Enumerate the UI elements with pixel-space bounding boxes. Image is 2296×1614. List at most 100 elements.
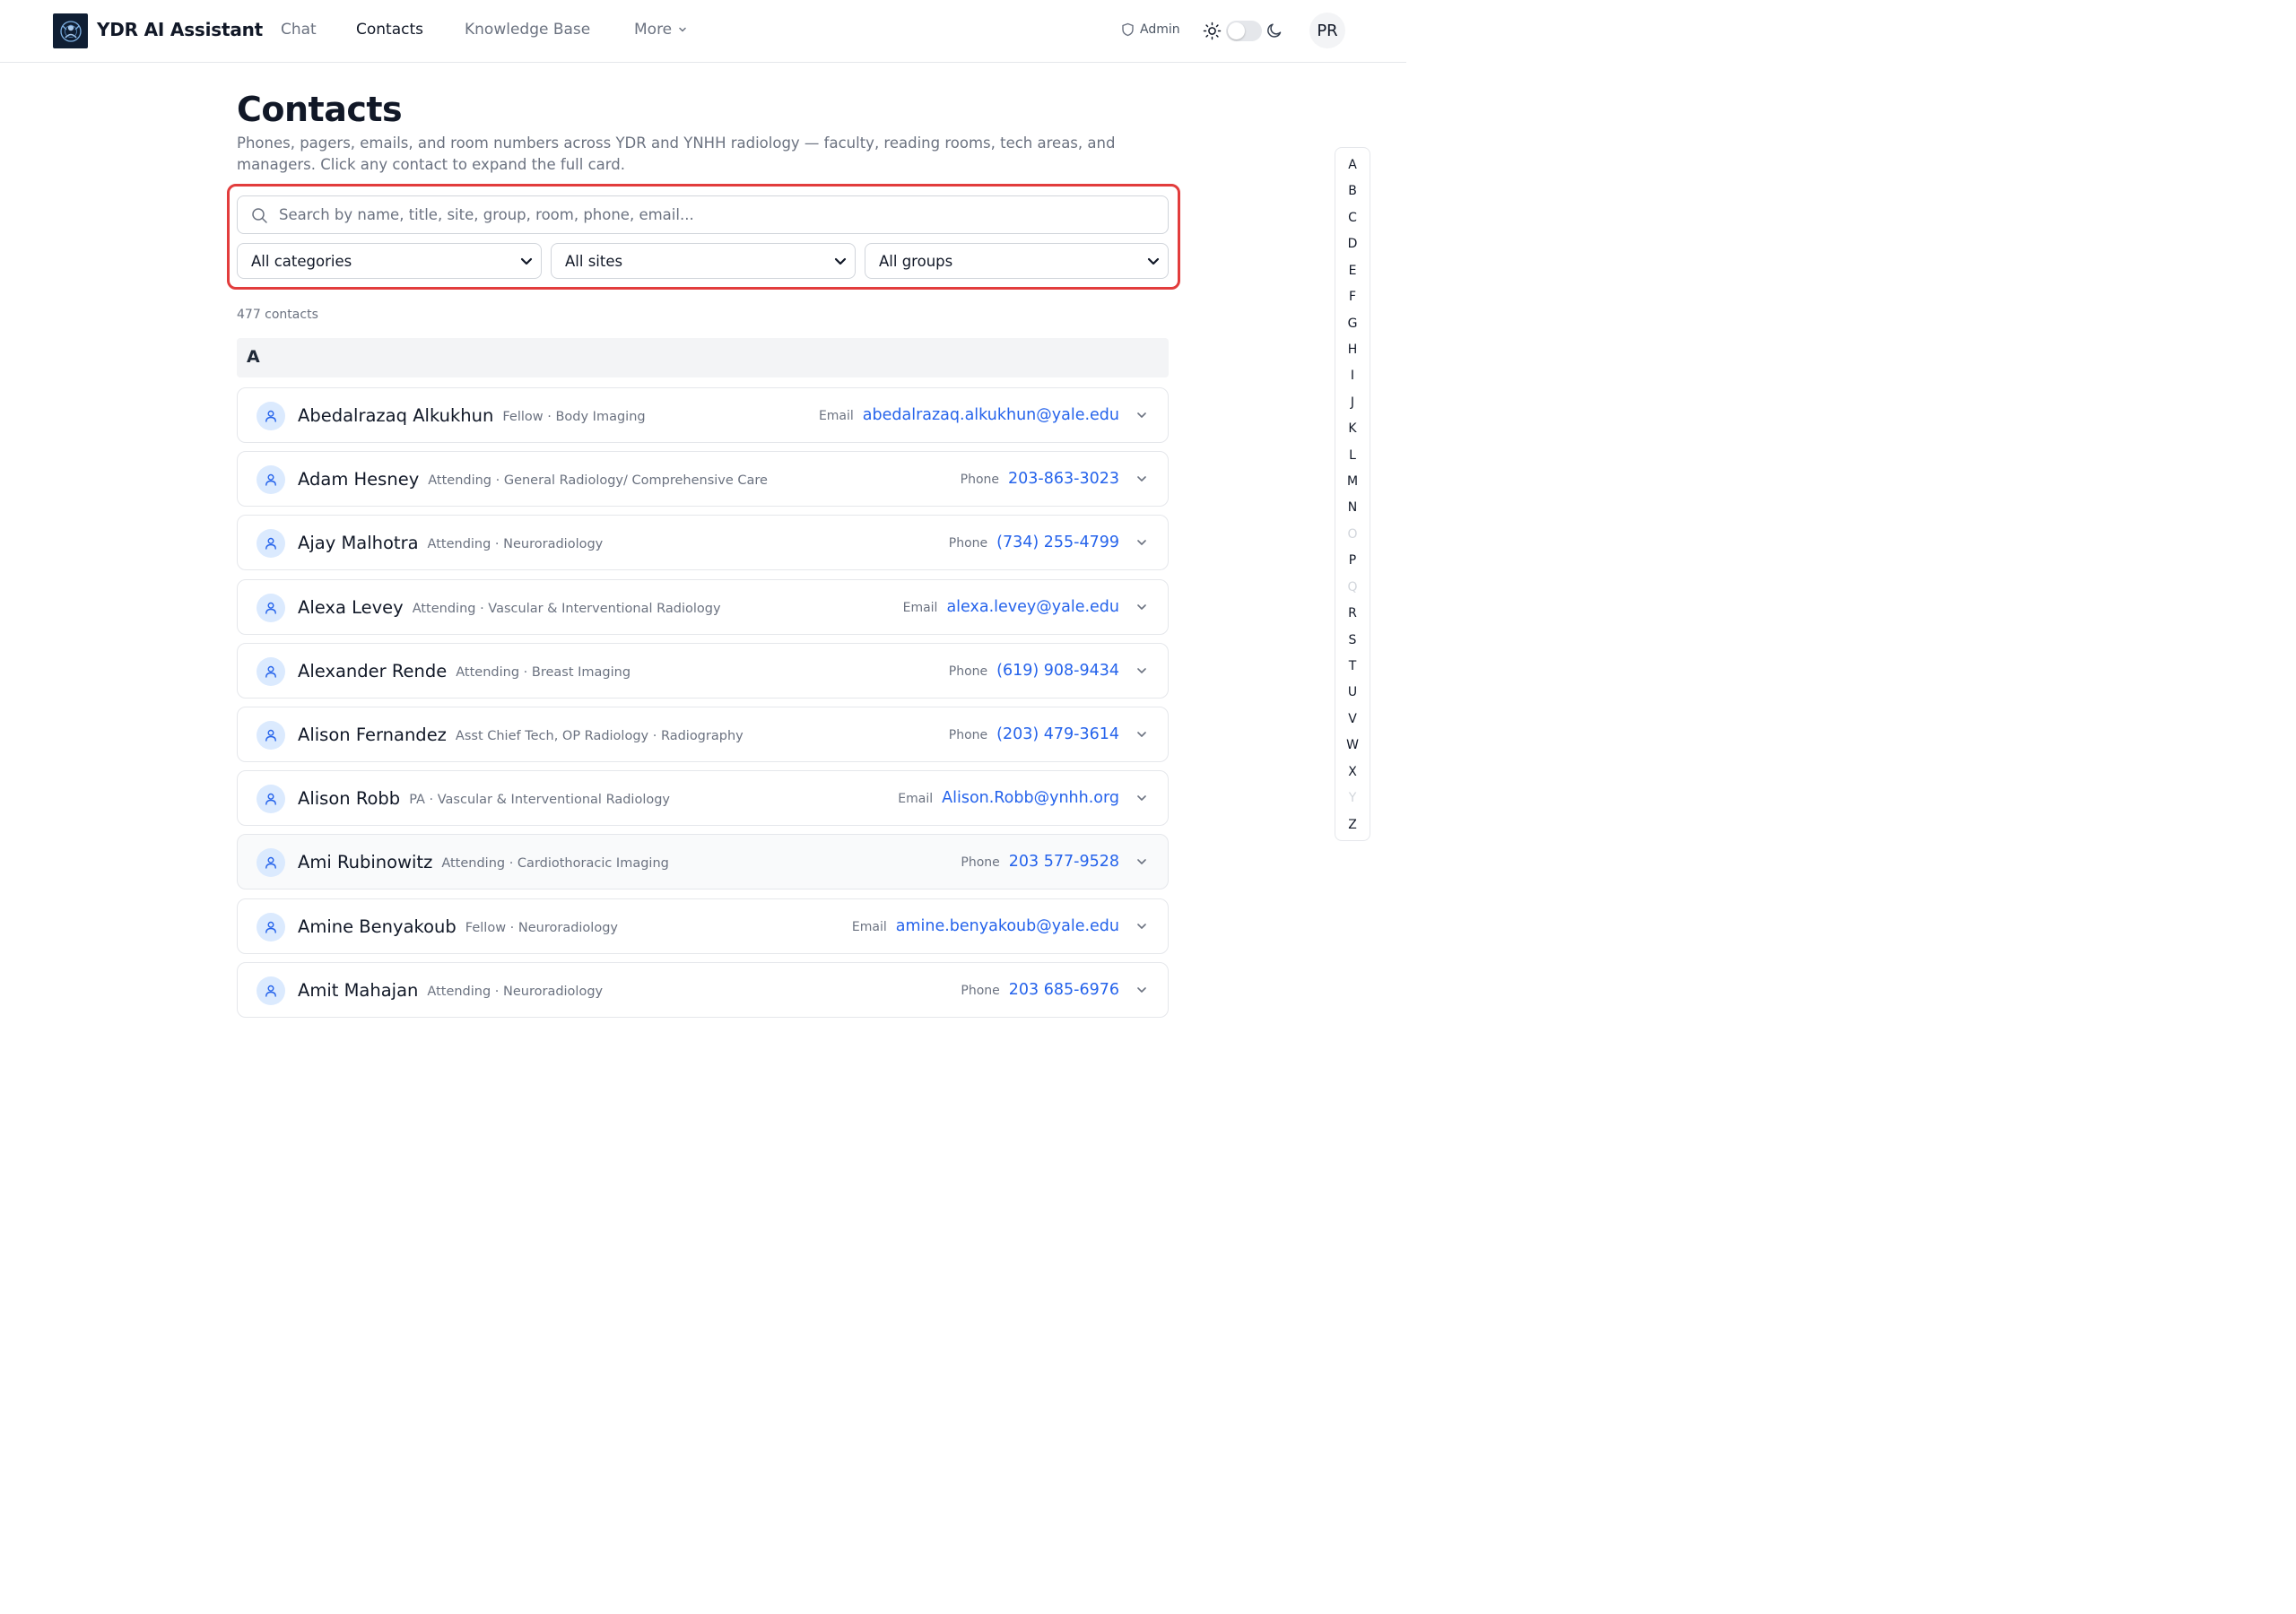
contact-subtitle: Attending · Neuroradiology <box>427 536 604 551</box>
contact-heading: Ajay Malhotra Attending · Neuroradiology <box>298 516 603 569</box>
nav-more-menu[interactable]: More <box>634 21 688 39</box>
contact-info-label: Email <box>902 601 938 615</box>
group-select[interactable]: All groups <box>865 243 1169 279</box>
alphabet-letter-v[interactable]: V <box>1335 712 1370 726</box>
search-input[interactable] <box>279 196 1158 233</box>
contact-subtitle: Asst Chief Tech, OP Radiology · Radiogra… <box>455 728 744 743</box>
alphabet-letter-j[interactable]: J <box>1335 395 1370 410</box>
user-avatar[interactable]: PR <box>1309 13 1345 48</box>
alphabet-letter-e[interactable]: E <box>1335 264 1370 278</box>
chevron-down-icon <box>1147 257 1160 265</box>
contact-avatar <box>257 529 285 558</box>
page-description: Phones, pagers, emails, and room numbers… <box>237 134 1116 173</box>
contact-info-link[interactable]: (619) 908-9434 <box>996 662 1119 680</box>
contact-info-link[interactable]: 203 577-9528 <box>1009 853 1119 871</box>
alphabet-letter-k[interactable]: K <box>1335 421 1370 436</box>
alphabet-letter-b[interactable]: B <box>1335 184 1370 198</box>
alphabet-letter-w[interactable]: W <box>1335 738 1370 752</box>
contact-name: Alexander Rende <box>298 660 448 681</box>
contact-primary-info: Phone (203) 479-3614 <box>949 707 1119 761</box>
chevron-down-icon[interactable] <box>1135 920 1148 933</box>
alphabet-letter-q: Q <box>1347 580 1358 594</box>
nav-knowledge-base[interactable]: Knowledge Base <box>465 21 590 39</box>
alphabet-letter-r[interactable]: R <box>1335 606 1370 620</box>
user-icon <box>265 985 276 997</box>
contact-info-link[interactable]: amine.benyakoub@yale.edu <box>896 917 1119 935</box>
contact-info-link[interactable]: Alison.Robb@ynhh.org <box>942 789 1119 807</box>
alphabet-letter-t[interactable]: T <box>1335 659 1370 673</box>
user-icon <box>265 793 276 805</box>
admin-link[interactable]: Admin <box>1121 22 1180 37</box>
chevron-down-icon[interactable] <box>1135 409 1148 421</box>
contact-name: Amine Benyakoub <box>298 915 457 937</box>
site-select-value: All sites <box>565 252 623 270</box>
user-icon <box>265 410 276 422</box>
chevron-down-icon[interactable] <box>1135 473 1148 485</box>
contact-card[interactable]: Abedalrazaq Alkukhun Fellow · Body Imagin… <box>237 387 1169 443</box>
alphabet-letter-h[interactable]: H <box>1335 343 1370 357</box>
sun-icon[interactable] <box>1203 22 1222 40</box>
alphabet-letter-g[interactable]: G <box>1335 317 1370 331</box>
contact-heading: Amit Mahajan Attending · Neuroradiology <box>298 963 603 1017</box>
alphabet-letter-a[interactable]: A <box>1335 158 1370 172</box>
contact-primary-info: Phone 203 685-6976 <box>961 963 1119 1017</box>
contact-card[interactable]: Alexa Levey Attending · Vascular & Interv… <box>237 579 1169 635</box>
contact-info-link[interactable]: 203 685-6976 <box>1009 981 1119 999</box>
contact-info-link[interactable]: (734) 255-4799 <box>996 534 1119 551</box>
section-header-letter: A <box>237 338 1169 377</box>
nav-contacts[interactable]: Contacts <box>356 21 423 39</box>
chevron-down-icon[interactable] <box>1135 664 1148 677</box>
site-select[interactable]: All sites <box>551 243 856 279</box>
alphabet-letter-u[interactable]: U <box>1335 685 1370 699</box>
contact-card[interactable]: Alexander Rende Attending · Breast Imagin… <box>237 643 1169 699</box>
alphabet-letter-x[interactable]: X <box>1335 765 1370 779</box>
theme-toggle[interactable] <box>1226 21 1262 41</box>
alphabet-letter-l[interactable]: L <box>1335 448 1370 463</box>
alphabet-letter-i[interactable]: I <box>1335 369 1370 383</box>
contact-info-link[interactable]: 203-863-3023 <box>1008 470 1119 488</box>
contact-card[interactable]: Ami Rubinowitz Attending · Cardiothoracic… <box>237 834 1169 889</box>
chevron-down-icon <box>520 257 533 265</box>
contact-avatar <box>257 913 285 941</box>
admin-label: Admin <box>1140 22 1180 37</box>
contact-info-label: Phone <box>948 664 988 679</box>
chevron-down-icon[interactable] <box>1135 792 1148 804</box>
category-select[interactable]: All categories <box>237 243 542 279</box>
contact-card[interactable]: Alison Robb PA · Vascular & Interventiona… <box>237 770 1169 826</box>
chevron-down-icon[interactable] <box>1135 984 1148 996</box>
nav-more-label: More <box>634 21 673 39</box>
alphabet-letter-n[interactable]: N <box>1335 500 1370 515</box>
nav-chat[interactable]: Chat <box>281 21 317 39</box>
contact-heading: Ami Rubinowitz Attending · Cardiothoracic… <box>298 835 669 889</box>
alphabet-letter-s[interactable]: S <box>1335 633 1370 647</box>
contact-name: Amit Mahajan <box>298 979 419 1001</box>
contact-card[interactable]: Amit Mahajan Attending · Neuroradiology Ph… <box>237 962 1169 1018</box>
app-title[interactable]: YDR AI Assistant <box>97 19 263 40</box>
contact-avatar <box>257 402 285 430</box>
contact-info-link[interactable]: (203) 479-3614 <box>996 725 1119 743</box>
chevron-down-icon[interactable] <box>1135 728 1148 741</box>
contact-card[interactable]: Ajay Malhotra Attending · Neuroradiology P… <box>237 515 1169 570</box>
chevron-down-icon[interactable] <box>1135 855 1148 868</box>
chevron-down-icon[interactable] <box>1135 601 1148 613</box>
contact-info-label: Phone <box>960 473 1000 487</box>
page-title: Contacts <box>237 90 403 129</box>
contact-info-link[interactable]: abedalrazaq.alkukhun@yale.edu <box>863 406 1119 424</box>
app-logo[interactable] <box>53 13 88 48</box>
contact-card[interactable]: Adam Hesney Attending · General Radiology… <box>237 451 1169 507</box>
contact-name: Alison Fernandez <box>298 724 447 745</box>
contact-card[interactable]: Alison Fernandez Asst Chief Tech, OP Radi… <box>237 707 1169 762</box>
alphabet-letter-z[interactable]: Z <box>1335 818 1370 832</box>
alphabet-letter-d[interactable]: D <box>1335 237 1370 251</box>
alphabet-letter-m[interactable]: M <box>1335 474 1370 489</box>
contact-subtitle: Fellow · Body Imaging <box>502 409 646 424</box>
alphabet-letter-f[interactable]: F <box>1335 290 1370 304</box>
contact-subtitle: Attending · Cardiothoracic Imaging <box>441 855 669 871</box>
contact-card[interactable]: Amine Benyakoub Fellow · Neuroradiology Em… <box>237 898 1169 954</box>
search-box[interactable] <box>237 195 1169 234</box>
contact-info-link[interactable]: alexa.levey@yale.edu <box>946 598 1119 616</box>
alphabet-letter-c[interactable]: C <box>1335 211 1370 225</box>
chevron-down-icon[interactable] <box>1135 536 1148 549</box>
alphabet-letter-p[interactable]: P <box>1335 553 1370 568</box>
moon-icon[interactable] <box>1265 22 1283 39</box>
